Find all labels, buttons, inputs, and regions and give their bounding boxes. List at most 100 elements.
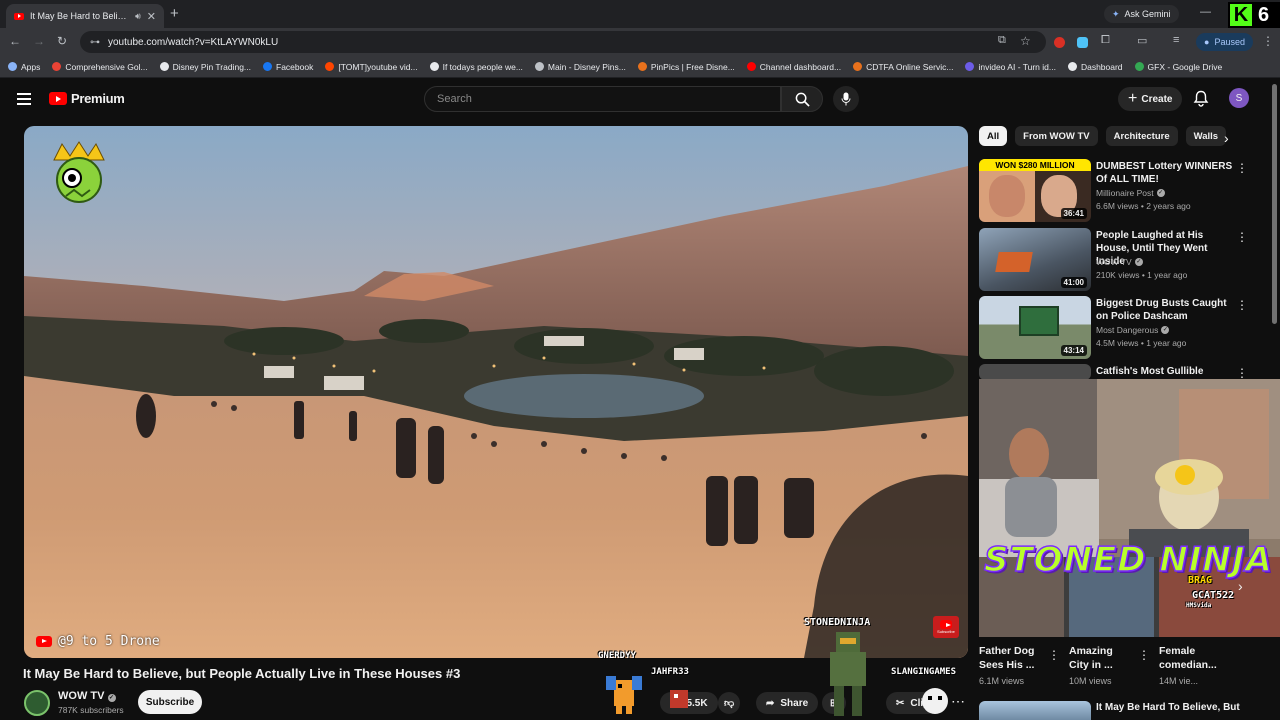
subscribe-button[interactable]: Subscribe [138, 690, 202, 714]
user-avatar[interactable]: S [1229, 88, 1249, 108]
bookmark-item[interactable]: [TOMT]youtube vid... [325, 61, 418, 72]
youtube-play-icon [36, 636, 52, 647]
recommendation-title[interactable]: It May Be Hard To Believe, But [1096, 702, 1240, 713]
bookmark-favicon-icon [429, 62, 439, 71]
sidebar-icon[interactable]: ▭ [1137, 34, 1147, 47]
short-title[interactable]: Female comedian... [1159, 644, 1219, 672]
more-options-icon[interactable]: ⋮ [1236, 161, 1248, 175]
bookmark-item[interactable]: CDTFA Online Servic... [853, 62, 953, 72]
short-more-icon[interactable]: ⋮ [1138, 648, 1150, 662]
share-button[interactable]: ➦ Share [756, 692, 819, 714]
bookmark-item[interactable]: If todays people we... [429, 62, 523, 72]
bookmark-item[interactable]: Facebook [263, 62, 313, 72]
install-app-icon[interactable]: ⧉ [998, 34, 1006, 47]
recommendation-title[interactable]: DUMBEST Lottery WINNERS Of ALL TIME! [1096, 160, 1236, 186]
reload-icon[interactable]: ↻ [57, 34, 67, 48]
page-scrollbar[interactable] [1272, 84, 1277, 324]
browser-menu-icon[interactable]: ⋮ [1262, 34, 1274, 48]
channel-name-text: WOW TV [58, 690, 105, 702]
bookmark-label: PinPics | Free Disne... [650, 61, 735, 72]
more-actions-icon[interactable]: ⋯ [951, 693, 965, 710]
verified-icon: ✓ [1156, 189, 1165, 197]
bookmark-item[interactable]: Main - Disney Pins... [534, 62, 626, 72]
chip-from-wow-tv[interactable]: From WOW TV [1015, 126, 1098, 146]
bookmark-label: [TOMT]youtube vid... [338, 61, 418, 72]
search-input[interactable] [424, 86, 781, 112]
recommendation-item[interactable]: WON $280 MILLION 36:41 DUMBEST Lottery W… [979, 159, 1269, 223]
ask-gemini-button[interactable]: ✦ Ask Gemini [1104, 5, 1179, 23]
share-arrow-icon: ➦ [766, 697, 775, 709]
video-duration: 43:14 [1060, 345, 1087, 356]
video-player[interactable]: @9 to 5 Drone Subscribe [24, 126, 968, 658]
video-thumbnail[interactable]: 41:00 [979, 228, 1091, 291]
extensions-puzzle-icon[interactable]: ⧠ [1101, 34, 1110, 47]
browser-tab-active[interactable]: It May Be Hard to Believe, but 🔊︎ ✕ [6, 4, 164, 28]
bookmark-item[interactable]: invideo AI - Turn id... [965, 62, 1056, 72]
more-options-icon[interactable]: ⋮ [1236, 230, 1248, 244]
viewer-tag-1: GNERDYY [598, 651, 636, 661]
recommendation-title[interactable]: Biggest Drug Busts Caught on Police Dash… [1096, 297, 1236, 323]
video-thumbnail[interactable] [979, 364, 1091, 380]
chip-all[interactable]: All [979, 126, 1008, 146]
tab-search-icon[interactable]: ≡ [1173, 34, 1179, 46]
pixel-dragon-avatar [606, 676, 642, 714]
bookmark-item[interactable]: Dashboard [1067, 62, 1123, 72]
video-duration: 41:00 [1060, 277, 1087, 288]
more-options-icon[interactable]: ⋮ [1236, 298, 1248, 312]
bookmark-item[interactable]: Apps [8, 62, 40, 72]
recommendation-channel[interactable]: Millionaire Post ✓ [1096, 188, 1165, 198]
recommendation-meta: 6.6M views • 2 years ago [1096, 201, 1191, 211]
extension-blue-icon[interactable] [1077, 37, 1088, 48]
youtube-logo-icon [49, 92, 67, 105]
thumbnail-face-left [989, 175, 1025, 217]
chip-walls[interactable]: Walls [1185, 126, 1227, 146]
bookmark-label: CDTFA Online Servic... [866, 61, 954, 72]
subscribe-watermark-icon[interactable]: Subscribe [933, 616, 959, 638]
video-thumbnail[interactable]: WON $280 MILLION 36:41 [979, 159, 1091, 222]
notifications-bell-icon[interactable] [1193, 90, 1209, 107]
chip-architecture[interactable]: Architecture [1105, 126, 1178, 146]
address-bar[interactable]: ⊶ youtube.com/watch?v=KtLAYWN0kLU [80, 31, 1046, 53]
dislike-button[interactable]: 👎︎ [718, 692, 741, 714]
bookmark-item[interactable]: GFX - Google Drive [1134, 62, 1222, 72]
bookmark-favicon-icon [159, 62, 169, 71]
close-tab-icon[interactable]: ✕ [147, 10, 156, 23]
create-button[interactable]: + Create [1118, 87, 1183, 111]
recommendation-channel-name: Most Dangerous [1096, 325, 1159, 335]
youtube-premium-logo[interactable]: Premium [49, 91, 125, 106]
channel-avatar[interactable] [24, 690, 50, 716]
bookmark-favicon-icon [965, 62, 975, 71]
speaker-icon[interactable]: 🔊︎ [135, 11, 141, 22]
bookmark-item[interactable]: Channel dashboard... [746, 62, 841, 72]
new-tab-icon[interactable]: + [170, 5, 179, 22]
short-more-icon[interactable]: ⋮ [1048, 648, 1060, 662]
site-info-icon[interactable]: ⊶ [90, 37, 100, 48]
short-title[interactable]: Amazing City in ... [1069, 644, 1135, 672]
extension-red-icon[interactable] [1054, 37, 1065, 48]
short-title[interactable]: Father Dog Sees His ... [979, 644, 1041, 672]
chevron-right-icon[interactable]: › [1224, 130, 1229, 146]
minimize-window-icon[interactable]: — [1200, 6, 1211, 18]
bookmark-star-icon[interactable]: ☆ [1020, 34, 1031, 48]
forward-icon[interactable]: → [33, 34, 45, 48]
more-options-icon[interactable]: ⋮ [1236, 366, 1248, 380]
bookmark-item[interactable]: Disney Pin Trading... [159, 62, 251, 72]
video-thumbnail[interactable] [979, 701, 1091, 720]
back-icon[interactable]: ← [9, 34, 21, 48]
hamburger-menu-icon[interactable] [17, 93, 31, 105]
video-thumbnail[interactable]: 43:14 [979, 296, 1091, 359]
recommendation-item[interactable]: 41:00 People Laughed at His House, Until… [979, 228, 1269, 292]
channel-name[interactable]: WOW TV ✓ [58, 690, 116, 702]
recommendation-item[interactable]: 43:14 Biggest Drug Busts Caught on Polic… [979, 296, 1269, 360]
recommendation-item[interactable]: Catfish's Most Gullible Victims ⋮ [979, 364, 1269, 390]
search-button[interactable] [781, 86, 823, 112]
shorts-next-icon[interactable]: › [1238, 578, 1243, 594]
recommendation-channel[interactable]: WOW TV ✓ [1096, 257, 1143, 267]
voice-search-button[interactable] [833, 86, 859, 112]
profile-paused-button[interactable]: ● Paused [1196, 33, 1253, 51]
recommendation-channel[interactable]: Most Dangerous ✓ [1096, 325, 1170, 335]
bookmark-item[interactable]: Comprehensive Gol... [52, 62, 148, 72]
bookmark-item[interactable]: PinPics | Free Disne... [637, 61, 735, 72]
video-title: It May Be Hard to Believe, but People Ac… [23, 666, 461, 681]
bookmark-label: Apps [21, 61, 41, 72]
